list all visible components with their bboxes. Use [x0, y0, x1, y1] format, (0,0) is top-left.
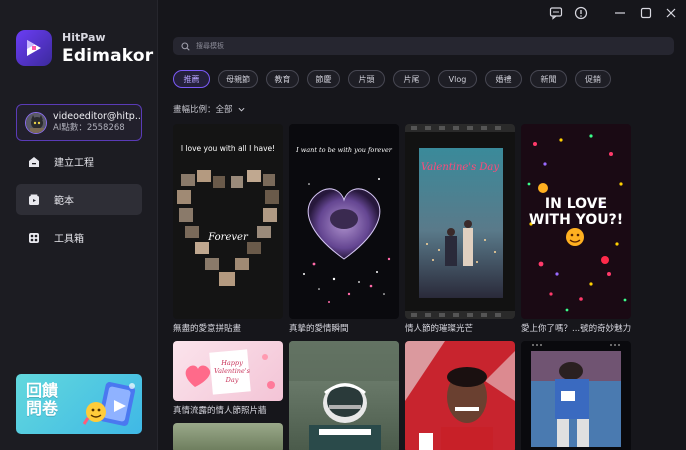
tag-festival[interactable]: 節慶 [307, 70, 340, 88]
tag-education[interactable]: 教育 [266, 70, 299, 88]
nav-toolbox-label: 工具箱 [54, 234, 84, 245]
template-caption: 真情流露的情人節照片牆 [173, 406, 267, 416]
promo-line2: 問卷 [26, 399, 59, 419]
thumb-text: Valentine's Day [420, 162, 500, 173]
template-thumbnail[interactable]: Happy Valentine's Day [173, 341, 283, 401]
promo-line1: 回饋 [26, 381, 59, 400]
aspect-ratio-filter[interactable]: 畫幅比例：全部 [173, 103, 245, 115]
thumb-text: IN LOVE WITH YOU?! [528, 196, 624, 229]
nav-create-project[interactable]: 建立工程 [16, 146, 142, 177]
template-thumbnail[interactable]: Valentine's Day [405, 124, 515, 319]
info-icon[interactable] [573, 5, 589, 21]
avatar [25, 111, 47, 134]
template-thumbnail[interactable]: I love you with all I have! Forever [173, 124, 283, 319]
tag-vlog[interactable]: Vlog [438, 70, 477, 88]
template-thumbnail[interactable] [405, 341, 515, 450]
chat-icon[interactable] [548, 5, 564, 21]
template-card[interactable] [289, 341, 399, 450]
category-tags: 推薦 母親節 教育 節慶 片頭 片尾 Vlog 婚禮 新聞 促銷 [173, 70, 619, 88]
survey-illustration-icon [82, 382, 136, 426]
user-points: AI點數：2558268 [53, 123, 125, 134]
tag-recommended[interactable]: 推薦 [173, 70, 210, 88]
home-icon [26, 154, 42, 170]
user-name: videoeditor@hitp... [53, 111, 141, 123]
maximize-icon[interactable] [638, 5, 654, 21]
template-thumbnail[interactable] [173, 423, 283, 450]
nav-toolbox[interactable]: 工具箱 [16, 222, 142, 253]
nav-templates[interactable]: 範本 [16, 184, 142, 215]
template-card[interactable]: I want to be with you forever 真摯的愛情瞬間 [289, 124, 399, 334]
template-icon [26, 192, 42, 208]
template-caption: 無盡的愛意拼貼畫 [173, 324, 242, 334]
tag-intro[interactable]: 片頭 [348, 70, 385, 88]
tag-wedding[interactable]: 婚禮 [485, 70, 522, 88]
template-card[interactable] [521, 341, 631, 450]
brand: HitPaw Edimakor [16, 30, 153, 66]
tag-news[interactable]: 新聞 [530, 70, 567, 88]
search-bar[interactable] [173, 37, 674, 55]
template-thumbnail[interactable] [289, 341, 399, 450]
template-thumbnail[interactable]: I want to be with you forever [289, 124, 399, 319]
template-caption: 愛上你了嗎？...號的奇妙魅力 [521, 324, 631, 334]
search-icon [181, 41, 190, 51]
ratio-label: 畫幅比例：全部 [173, 105, 233, 115]
search-input[interactable] [196, 42, 596, 50]
tag-promotion[interactable]: 促銷 [575, 70, 611, 88]
close-icon[interactable] [663, 5, 679, 21]
feedback-survey-banner[interactable]: 回饋 問卷 [16, 374, 142, 434]
athlete-portrait-image [405, 341, 515, 450]
tag-mothers-day[interactable]: 母親節 [218, 70, 258, 88]
thumb-text-forever: Forever [208, 232, 248, 243]
template-card[interactable]: Happy Valentine's Day 真情流露的情人節照片牆 [173, 341, 283, 416]
template-thumbnail[interactable] [521, 341, 631, 450]
template-card[interactable]: IN LOVE WITH YOU?! 愛上你了嗎？...號的奇妙魅力 [521, 124, 631, 334]
toolbox-icon [26, 230, 42, 246]
glowing-heart-image [303, 178, 391, 303]
template-thumbnail[interactable]: IN LOVE WITH YOU?! [521, 124, 631, 319]
sidebar: HitPaw Edimakor videoeditor@hitp... AI點數… [0, 0, 158, 450]
user-card[interactable]: videoeditor@hitp... AI點數：2558268 [16, 104, 142, 141]
minimize-icon[interactable] [612, 5, 628, 21]
brand-name: Edimakor [62, 45, 154, 66]
template-card[interactable]: Valentine's Day 情人節的璀璨光芒 [405, 124, 515, 334]
tag-outro[interactable]: 片尾 [393, 70, 430, 88]
brand-sub: HitPaw [62, 30, 106, 44]
template-caption: 情人節的璀璨光芒 [405, 324, 474, 334]
nav-template-label: 範本 [54, 196, 74, 207]
football-player-image [289, 341, 399, 450]
template-card[interactable] [173, 423, 283, 450]
nav-create-label: 建立工程 [54, 158, 94, 169]
template-caption: 真摯的愛情瞬間 [289, 324, 349, 334]
thumb-text: Happy Valentine's Day [214, 359, 250, 384]
thumb-text: I love you with all I have! [180, 144, 276, 153]
app-logo-icon [16, 30, 52, 66]
template-card[interactable]: I love you with all I have! Forever 無盡的愛… [173, 124, 283, 334]
film-strip-frame [405, 124, 515, 319]
thumb-text: I want to be with you forever [296, 146, 392, 154]
template-card[interactable] [405, 341, 515, 450]
chevron-down-icon [238, 107, 245, 112]
sports-highlight-image [531, 344, 621, 447]
